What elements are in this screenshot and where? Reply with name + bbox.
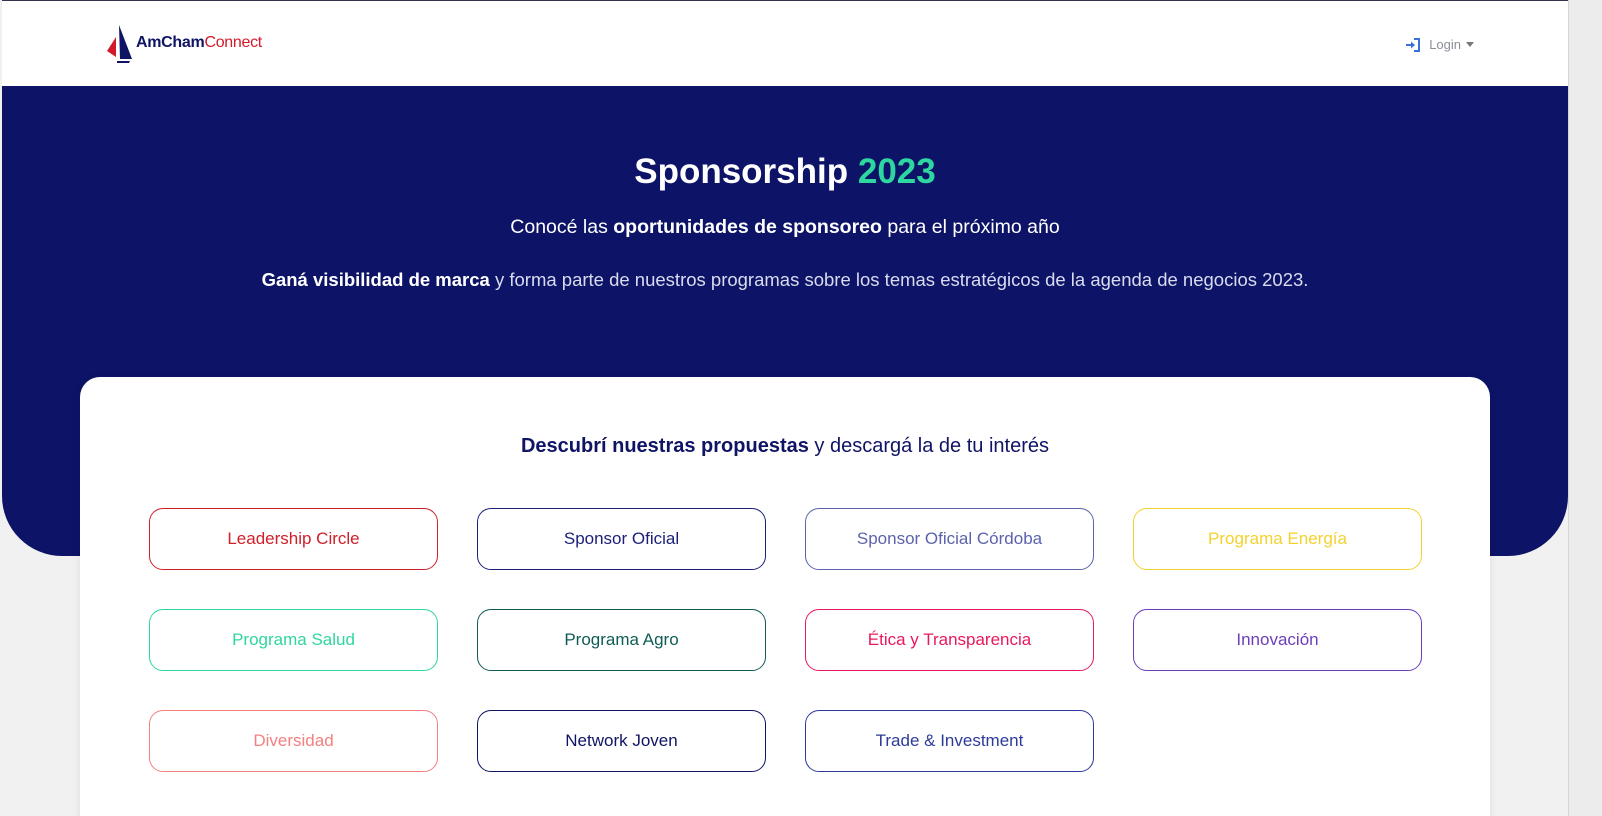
hero-description: Ganá visibilidad de marca y forma parte …: [2, 269, 1568, 291]
page-title: Sponsorship 2023: [2, 152, 1568, 192]
proposal-button[interactable]: Programa Salud: [149, 609, 438, 671]
top-navbar: AmChamConnect Login: [2, 0, 1568, 86]
proposals-grid: Leadership Circle Sponsor Oficial Sponsor …: [149, 508, 1422, 772]
title-year: 2023: [857, 152, 936, 191]
subtitle-bold: oportunidades de sponsoreo: [613, 216, 882, 238]
proposal-button[interactable]: Programa Energía: [1133, 508, 1422, 570]
proposals-heading: Descubrí nuestras propuestas y descargá …: [80, 435, 1490, 458]
proposal-button[interactable]: Ética y Transparencia: [805, 609, 1094, 671]
description-rest: y forma parte de nuestros programas sobr…: [489, 269, 1309, 290]
sail-logo-icon: [107, 25, 132, 63]
proposal-button[interactable]: Leadership Circle: [149, 508, 438, 570]
title-main: Sponsorship: [634, 152, 849, 191]
logo-text-amcham: AmCham: [136, 34, 205, 51]
proposal-button[interactable]: Innovación: [1133, 609, 1422, 671]
proposal-button[interactable]: Network Joven: [477, 710, 766, 772]
logo-text-connect: Connect: [204, 34, 262, 51]
logo-wordmark: AmChamConnect: [136, 34, 262, 52]
scrollbar[interactable]: [1568, 0, 1602, 816]
caret-down-icon: [1466, 42, 1474, 47]
hero-subtitle: Conocé las oportunidades de sponsoreo pa…: [2, 216, 1568, 239]
page: AmChamConnect Login Sponsorship 2023 Con…: [2, 0, 1568, 816]
heading-rest: y descargá la de tu interés: [808, 435, 1049, 457]
proposal-button[interactable]: Sponsor Oficial Córdoba: [805, 508, 1094, 570]
subtitle-pre: Conocé las: [510, 216, 614, 238]
browser-frame: AmChamConnect Login Sponsorship 2023 Con…: [0, 0, 1602, 816]
proposals-card: Descubrí nuestras propuestas y descargá …: [80, 377, 1490, 816]
heading-bold: Descubrí nuestras propuestas: [520, 435, 809, 457]
proposal-button[interactable]: Programa Agro: [477, 609, 766, 671]
proposal-button[interactable]: Sponsor Oficial: [477, 508, 766, 570]
amcham-connect-logo[interactable]: AmChamConnect: [104, 23, 262, 63]
proposal-button[interactable]: Trade & Investment: [805, 710, 1094, 772]
description-bold: Ganá visibilidad de marca: [261, 269, 490, 290]
subtitle-post: para el próximo año: [881, 216, 1060, 238]
login-icon: [1406, 37, 1421, 52]
login-label: Login: [1429, 37, 1461, 52]
login-dropdown[interactable]: Login: [1405, 37, 1474, 52]
proposal-button[interactable]: Diversidad: [149, 710, 438, 772]
